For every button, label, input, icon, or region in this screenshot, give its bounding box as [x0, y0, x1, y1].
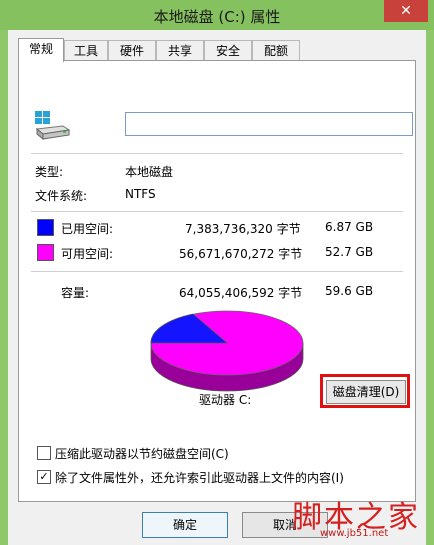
filesystem-label: 文件系统:: [35, 189, 88, 203]
type-label: 类型:: [35, 165, 64, 179]
drive-name-input[interactable]: [125, 112, 413, 136]
free-space-swatch: [37, 244, 54, 261]
tab-sharing[interactable]: 共享: [156, 40, 204, 61]
disk-cleanup-button[interactable]: 磁盘清理(D): [326, 380, 406, 404]
separator: [31, 153, 403, 154]
filesystem-value: NTFS: [125, 187, 156, 201]
free-space-size: 52.7 GB: [325, 245, 374, 259]
title-bar[interactable]: 本地磁盘 (C:) 属性 ✕: [0, 0, 434, 30]
used-space-bytes: 7,383,736,320 字节: [185, 222, 301, 236]
site-watermark: 脚本之家 www.jb51.net: [290, 484, 434, 545]
watermark-url: www.jb51.net: [320, 528, 389, 539]
dialog-client: 常规 工具 硬件 共享 安全 配额 类型: 本地磁盘 文件系统: NTFS 已用…: [8, 30, 426, 545]
tab-quota[interactable]: 配额: [252, 40, 300, 61]
free-space-bytes: 56,671,670,272 字节: [179, 247, 303, 261]
close-button[interactable]: ✕: [384, 0, 428, 22]
compress-label[interactable]: 压缩此驱动器以节约磁盘空间(C): [55, 445, 229, 462]
capacity-bytes: 64,055,406,592 字节: [179, 286, 303, 300]
tab-security[interactable]: 安全: [204, 40, 252, 61]
properties-window: 本地磁盘 (C:) 属性 ✕ 常规 工具 硬件 共享 安全 配额 类型: 本地磁…: [0, 0, 434, 545]
close-icon: ✕: [400, 3, 412, 19]
general-panel: 类型: 本地磁盘 文件系统: NTFS 已用空间: 7,383,736,320 …: [18, 60, 416, 502]
cleanup-highlight: 磁盘清理(D): [320, 374, 410, 408]
capacity-size: 59.6 GB: [325, 284, 374, 298]
ok-button[interactable]: 确定: [142, 512, 228, 538]
drive-label: 驱动器 C:: [199, 393, 252, 407]
used-space-size: 6.87 GB: [325, 220, 374, 234]
drive-icon: [35, 111, 71, 141]
used-space-swatch: [37, 219, 54, 236]
separator: [31, 211, 403, 212]
check-icon: ✓: [39, 470, 49, 483]
window-title: 本地磁盘 (C:) 属性: [153, 8, 281, 26]
index-checkbox[interactable]: ✓: [37, 470, 51, 484]
separator: [31, 271, 403, 272]
compress-checkbox[interactable]: [37, 446, 51, 460]
disk-usage-pie-chart: [150, 310, 304, 392]
type-value: 本地磁盘: [125, 165, 174, 179]
free-space-label: 可用空间:: [61, 247, 114, 261]
used-space-label: 已用空间:: [61, 222, 114, 236]
capacity-label: 容量:: [61, 286, 90, 300]
tab-hardware[interactable]: 硬件: [108, 40, 156, 61]
tab-general[interactable]: 常规: [18, 38, 64, 62]
tab-tools[interactable]: 工具: [64, 40, 108, 61]
